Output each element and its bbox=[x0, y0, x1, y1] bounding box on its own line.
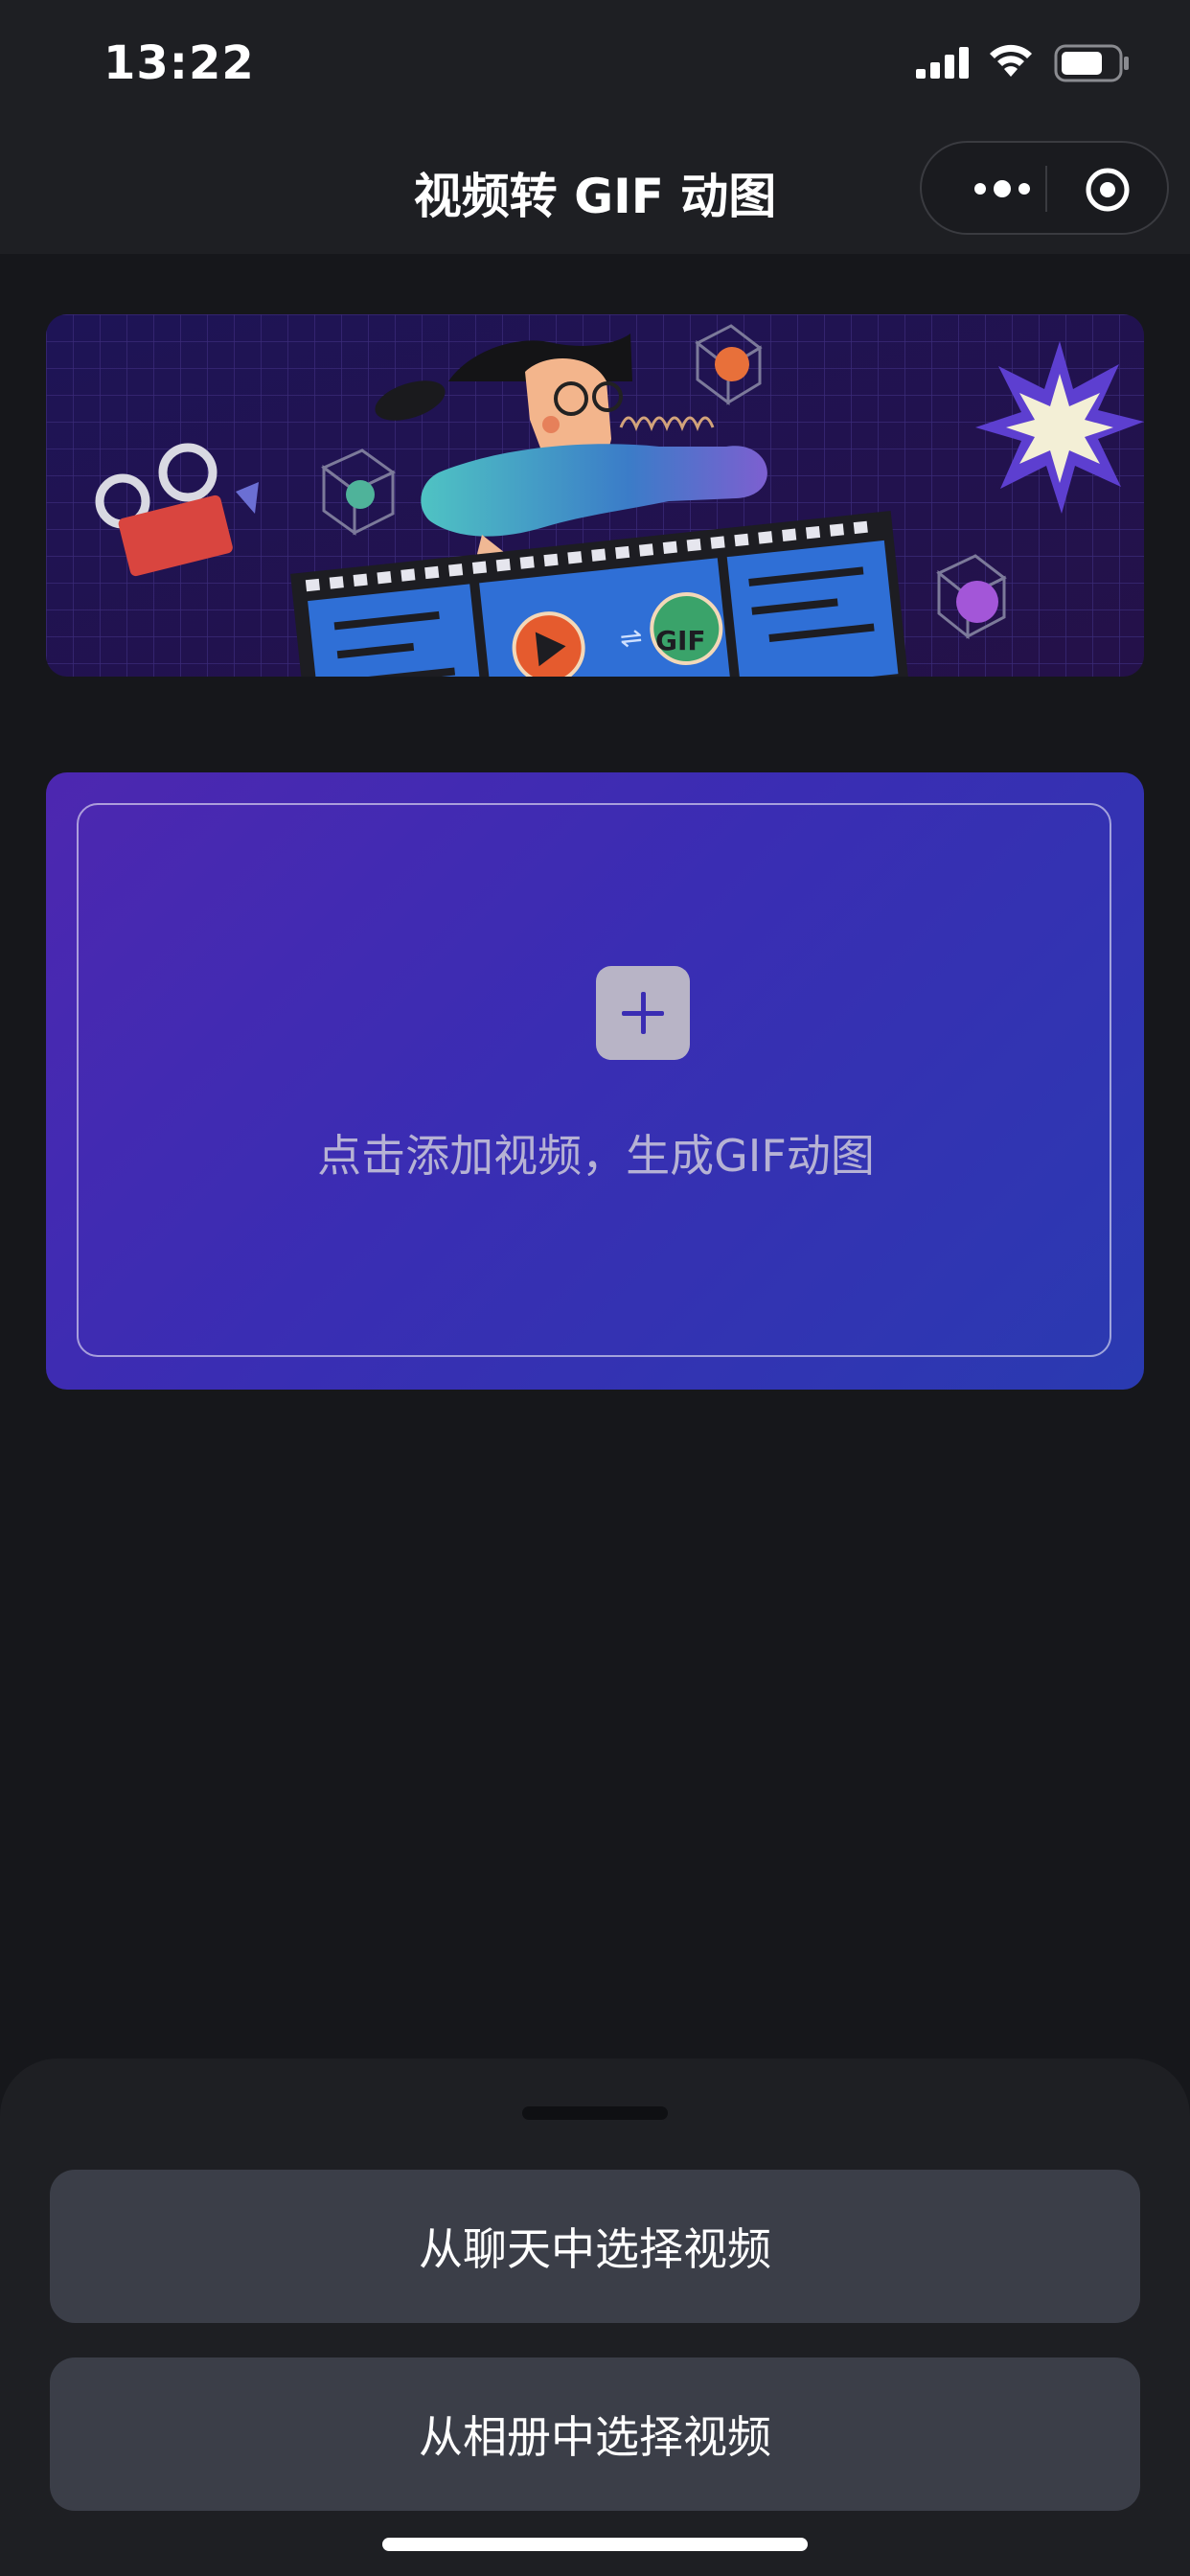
wifi-icon bbox=[990, 44, 1032, 77]
more-dots-icon[interactable] bbox=[956, 170, 1048, 208]
nav-bar: 视频转 GIF 动图 bbox=[0, 129, 1190, 254]
home-indicator bbox=[382, 2538, 808, 2551]
banner-illustration: ⇌ GIF bbox=[46, 314, 1144, 677]
status-bar: 13:22 bbox=[0, 0, 1190, 129]
sheet-drag-handle[interactable] bbox=[522, 2106, 668, 2120]
target-close-icon[interactable] bbox=[1085, 167, 1131, 213]
cellular-signal-icon bbox=[916, 47, 969, 79]
plus-icon[interactable] bbox=[596, 966, 690, 1060]
choose-from-album-button[interactable]: 从相册中选择视频 bbox=[50, 2358, 1140, 2511]
upload-card: 点击添加视频，生成GIF动图 bbox=[46, 772, 1144, 1390]
status-time: 13:22 bbox=[103, 36, 255, 90]
upload-hint-text: 点击添加视频，生成GIF动图 bbox=[317, 1130, 875, 1182]
mini-program-capsule bbox=[920, 141, 1169, 235]
capsule-divider bbox=[1045, 166, 1047, 212]
choose-from-chat-button[interactable]: 从聊天中选择视频 bbox=[50, 2170, 1140, 2323]
svg-text:⇌: ⇌ bbox=[618, 621, 644, 655]
add-video-area[interactable]: 点击添加视频，生成GIF动图 bbox=[77, 803, 1111, 1357]
battery-icon bbox=[1054, 44, 1129, 82]
gif-badge: GIF bbox=[655, 625, 706, 656]
action-sheet: 从聊天中选择视频 从相册中选择视频 bbox=[0, 2058, 1190, 2576]
